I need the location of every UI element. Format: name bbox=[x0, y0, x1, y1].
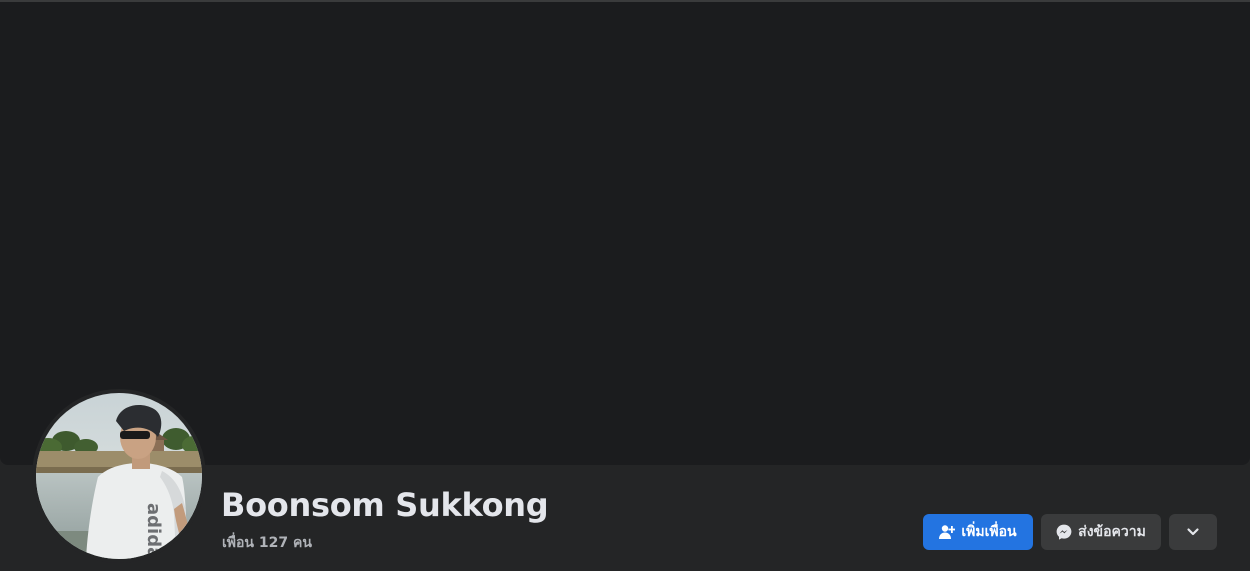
profile-picture[interactable]: adidas bbox=[36, 393, 202, 559]
send-message-label: ส่งข้อความ bbox=[1078, 524, 1146, 540]
profile-header: adidas Boonsom Sukkong เพื่อน 127 คน เพิ… bbox=[0, 0, 1250, 571]
svg-text:adidas: adidas bbox=[143, 503, 164, 559]
add-friend-icon bbox=[939, 524, 956, 540]
messenger-icon bbox=[1056, 524, 1072, 540]
add-friend-label: เพิ่มเพื่อน bbox=[961, 524, 1017, 540]
add-friend-button[interactable]: เพิ่มเพื่อน bbox=[923, 514, 1033, 550]
friends-count-link[interactable]: เพื่อน 127 คน bbox=[222, 532, 312, 554]
more-options-button[interactable] bbox=[1169, 514, 1217, 550]
profile-picture-frame[interactable]: adidas bbox=[32, 389, 206, 563]
profile-name: Boonsom Sukkong bbox=[221, 486, 549, 524]
chevron-down-icon bbox=[1186, 525, 1200, 539]
cover-photo[interactable] bbox=[0, 2, 1250, 465]
send-message-button[interactable]: ส่งข้อความ bbox=[1041, 514, 1161, 550]
